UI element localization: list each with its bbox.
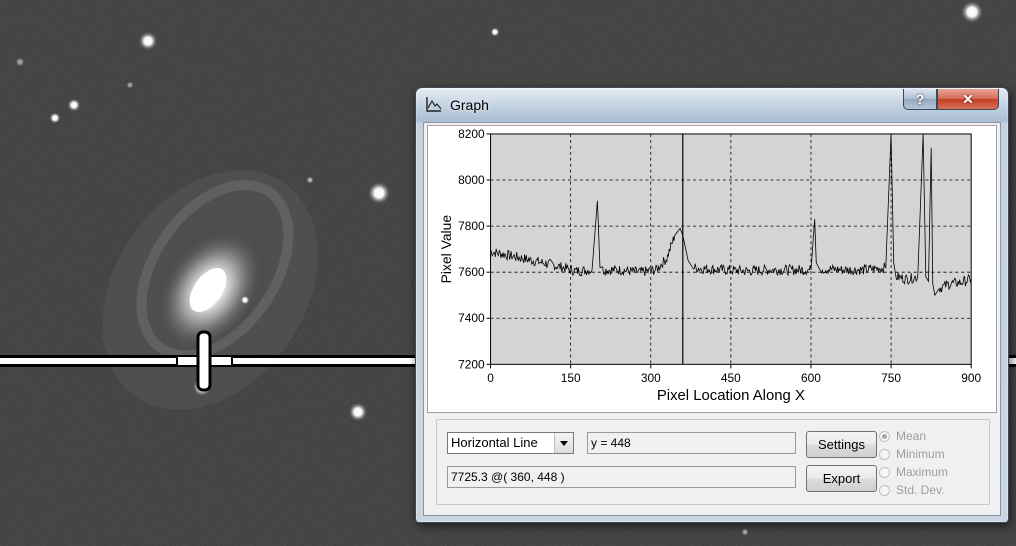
line-chart: 0 150 300 450 600 750 900 7200 7400 7600 7800 8000 8… <box>427 125 997 413</box>
y-axis-label: Pixel Value <box>438 215 454 284</box>
mode-dropdown-value: Horizontal Line <box>451 435 538 450</box>
x-tick-label: 450 <box>721 371 741 385</box>
y-tick-label: 8000 <box>458 173 485 187</box>
radio-maximum[interactable]: Maximum <box>879 464 948 480</box>
x-tick-label: 600 <box>801 371 821 385</box>
value-readout: 7725.3 @( 360, 448 ) <box>447 466 796 488</box>
x-tick-label: 150 <box>561 371 581 385</box>
mode-dropdown[interactable]: Horizontal Line <box>447 432 574 454</box>
graph-window: Graph ? ✕ 0 150 300 450 600 750 900 7200 7400 760… <box>415 87 1009 523</box>
radio-mean[interactable]: Mean <box>879 428 926 444</box>
y-tick-label: 7800 <box>458 219 485 233</box>
window-title: Graph <box>450 97 489 113</box>
position-field[interactable]: y = 448 <box>587 432 796 454</box>
x-tick-label: 0 <box>487 371 494 385</box>
x-tick-label: 300 <box>641 371 661 385</box>
chevron-down-icon[interactable] <box>554 433 573 453</box>
title-bar[interactable]: Graph ? ✕ <box>416 88 1008 122</box>
graph-icon <box>426 97 442 112</box>
radio-minimum[interactable]: Minimum <box>879 446 945 462</box>
help-button[interactable]: ? <box>903 89 937 110</box>
x-tick-label: 900 <box>961 371 981 385</box>
graph-client-area: 0 150 300 450 600 750 900 7200 7400 7600 7800 8000 8… <box>423 122 1001 516</box>
y-tick-label: 7200 <box>458 357 485 371</box>
radio-mean-dot[interactable] <box>879 431 890 442</box>
radio-std-dev-dot[interactable] <box>879 485 890 496</box>
radio-minimum-dot[interactable] <box>879 449 890 460</box>
settings-button[interactable]: Settings <box>806 431 877 458</box>
x-tick-label: 750 <box>881 371 901 385</box>
export-button[interactable]: Export <box>806 465 877 492</box>
controls-panel: Horizontal Line y = 448 7725.3 @( 360, 4… <box>436 419 990 505</box>
radio-std-dev[interactable]: Std. Dev. <box>879 482 944 498</box>
x-axis-label: Pixel Location Along X <box>657 388 805 404</box>
close-button[interactable]: ✕ <box>937 89 999 110</box>
y-tick-label: 7600 <box>458 265 485 279</box>
cursor-handle-vertical <box>196 330 212 392</box>
y-tick-label: 8200 <box>458 127 485 141</box>
radio-maximum-dot[interactable] <box>879 467 890 478</box>
y-tick-label: 7400 <box>458 311 485 325</box>
